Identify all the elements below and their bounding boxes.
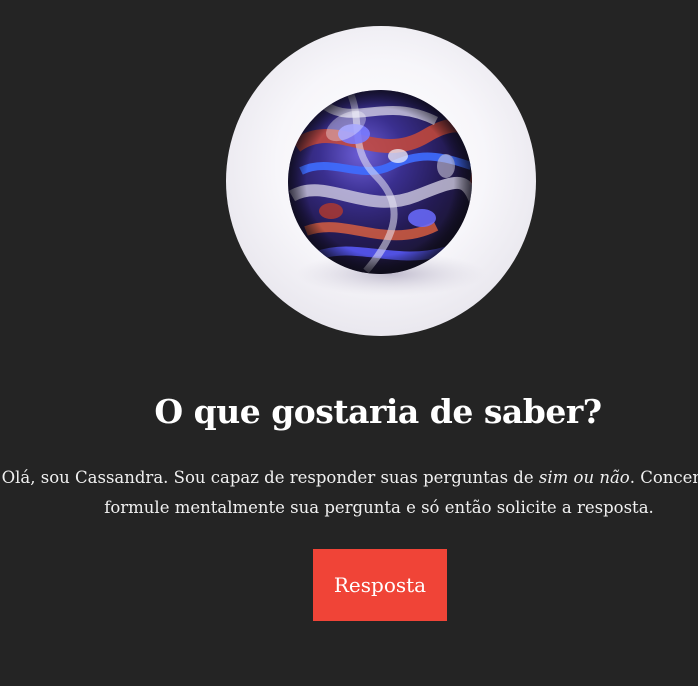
- intro-text: Olá, sou Cassandra. Sou capaz de respond…: [0, 463, 698, 523]
- intro-text-part2: . Concentre-se,: [629, 468, 698, 487]
- page: O que gostaria de saber? Olá, sou Cassan…: [0, 0, 698, 686]
- crystal-ball-image: [226, 26, 536, 336]
- intro-text-part1: Olá, sou Cassandra. Sou capaz de respond…: [1, 468, 539, 487]
- answer-button[interactable]: Resposta: [313, 549, 447, 621]
- intro-text-emphasis: sim ou não: [538, 468, 630, 487]
- page-title: O que gostaria de saber?: [154, 392, 602, 431]
- intro-text-line2: formule mentalmente sua pergunta e só en…: [104, 498, 654, 517]
- crystal-ball-icon: [288, 90, 486, 296]
